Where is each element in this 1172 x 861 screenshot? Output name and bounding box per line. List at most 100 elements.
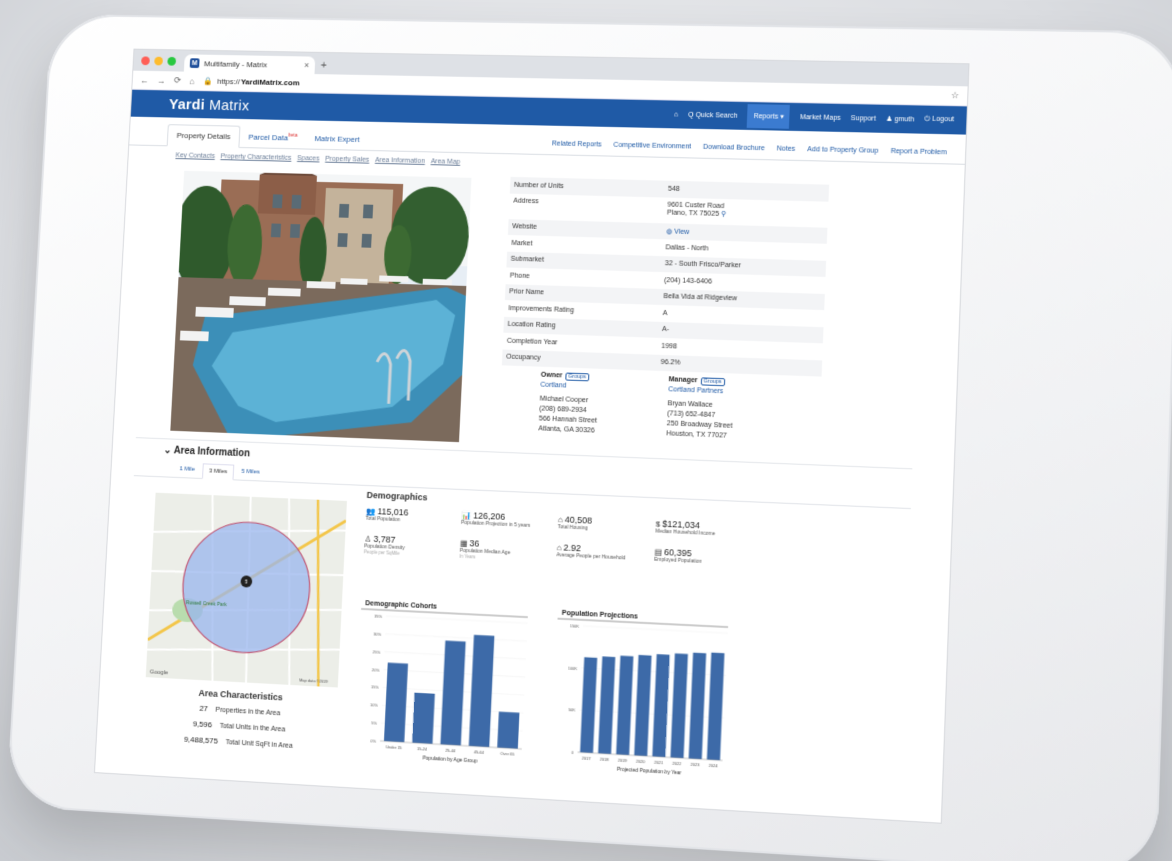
tab-1-mile[interactable]: 1 Mile xyxy=(174,462,201,478)
google-logo: Google xyxy=(150,669,169,676)
url-prefix: https:// xyxy=(216,77,241,87)
detail-value: 96.2% xyxy=(660,359,681,367)
address-city: Plano, TX 75025 xyxy=(666,209,720,218)
x-tick-label: Under 15 xyxy=(386,744,402,750)
yardi-matrix-logo[interactable]: Yardi Matrix xyxy=(169,96,250,114)
detail-label: Submarket xyxy=(510,255,545,264)
bookmark-star-icon[interactable]: ☆ xyxy=(951,90,960,101)
reload-icon[interactable]: ⟳ xyxy=(174,75,182,86)
demographic-stat: 👥 115,016 Total Population xyxy=(365,506,452,526)
demographics-panel: Demographics 👥 115,016 Total Population 📊 12… xyxy=(364,490,784,574)
stat-value: 36 xyxy=(469,538,480,549)
forward-icon[interactable]: → xyxy=(157,75,166,85)
download-brochure-link[interactable]: Download Brochure xyxy=(703,144,765,152)
related-reports-link[interactable]: Related Reports xyxy=(552,140,602,148)
gridline xyxy=(386,616,527,623)
website-link[interactable]: ◍ View xyxy=(666,227,827,239)
report-a-problem-link[interactable]: Report a Problem xyxy=(890,148,946,156)
detail-label: Number of Units xyxy=(513,181,564,190)
person-icon: ♙ xyxy=(364,534,372,544)
minimize-window-button[interactable] xyxy=(154,56,164,66)
y-tick-label: 25% xyxy=(373,649,382,655)
bar xyxy=(383,662,409,743)
tab-parcel-data[interactable]: Parcel Databeta xyxy=(239,126,306,148)
close-window-button[interactable] xyxy=(141,56,150,66)
contacts-block: Owner Groups Cortland Michael Cooper (208… xyxy=(499,369,822,445)
bar-chart-icon: 📊 xyxy=(461,510,472,521)
household-icon: ⌂ xyxy=(556,543,562,553)
detail-label: Market xyxy=(511,239,533,248)
detail-value: (204) 143-6406 xyxy=(663,276,713,286)
bar xyxy=(412,692,435,744)
tab-5-miles[interactable]: 5 Miles xyxy=(235,465,265,481)
manager-groups-button[interactable]: Groups xyxy=(700,377,725,387)
bar xyxy=(688,652,707,760)
property-photo[interactable] xyxy=(170,170,472,443)
logout-link[interactable]: ⏻ Logout xyxy=(924,116,954,125)
demographic-stat: 📊 126,206 Population Projection in 5 years xyxy=(461,510,548,530)
chevron-down-icon: ⌄ xyxy=(163,445,175,457)
quick-search-link[interactable]: Q Quick Search xyxy=(688,111,738,119)
demographics-grid: 👥 115,016 Total Population 📊 126,206 Populati… xyxy=(364,506,783,574)
demographic-stat: ▦ 36 Population Median Age In Years xyxy=(459,538,547,563)
y-tick-label: 10% xyxy=(370,702,379,708)
y-tick-label: 15% xyxy=(371,685,380,691)
demographic-charts: Demographic Cohorts 0% 5% 10% 15% 20% 25% 30% 35… xyxy=(353,600,739,777)
detail-value: A- xyxy=(661,326,670,334)
maximize-window-button[interactable] xyxy=(167,56,177,66)
owner-company-link[interactable]: Cortland xyxy=(540,381,599,393)
support-link[interactable]: Support xyxy=(851,115,876,123)
x-tick-label: 15-24 xyxy=(417,746,428,752)
home-icon: ⌂ xyxy=(557,515,564,525)
new-tab-button[interactable]: + xyxy=(320,60,327,72)
chart-title-rule xyxy=(558,619,729,627)
add-to-property-group-link[interactable]: Add to Property Group xyxy=(807,146,878,155)
area-map[interactable]: 5 Russell Creek Park Google Map data ©20… xyxy=(145,492,347,688)
competitive-environment-link[interactable]: Competitive Environment xyxy=(613,142,691,151)
detail-value: Dallas - North xyxy=(665,244,709,253)
home-icon[interactable]: ⌂ xyxy=(189,76,195,86)
x-tick-label: 2022 xyxy=(672,761,681,767)
window-controls xyxy=(141,56,177,66)
y-tick-label: 20% xyxy=(372,667,381,673)
detail-label: Completion Year xyxy=(506,337,558,347)
market-maps-link[interactable]: Market Maps xyxy=(800,114,841,122)
detail-value: 548 xyxy=(667,185,680,193)
pool-photo-illustration xyxy=(170,170,472,443)
x-tick-label: 2019 xyxy=(618,757,627,763)
user-menu[interactable]: ♟ gmuth xyxy=(886,115,915,124)
owner-groups-button[interactable]: Groups xyxy=(565,372,590,382)
bar xyxy=(652,654,670,758)
map-pin-icon[interactable]: ⚲ xyxy=(721,210,726,217)
username: gmuth xyxy=(894,116,915,124)
people-icon: 👥 xyxy=(365,506,376,517)
chart-title: Population Projections xyxy=(562,610,638,621)
characteristic-value: 9,596 xyxy=(192,719,213,730)
detail-label: Prior Name xyxy=(509,288,545,297)
owner-label: Owner xyxy=(540,371,563,380)
notes-link[interactable]: Notes xyxy=(777,145,796,152)
back-icon[interactable]: ← xyxy=(140,75,149,85)
property-details-table: Number of Units 548 Address 9601 Custer Ro… xyxy=(499,176,830,445)
tablet-screen: M Multifamily - Matrix × + ← → ⟳ ⌂ 🔒 htt… xyxy=(94,49,969,823)
bar xyxy=(616,655,634,756)
logo-product: Matrix xyxy=(208,96,250,114)
y-tick-label: 35% xyxy=(374,613,383,619)
address-street: 9601 Custer Road xyxy=(667,201,725,210)
characteristic-label: Total Unit SqFt in Area xyxy=(225,739,293,750)
website-link-label: View xyxy=(674,228,690,236)
property-section: Number of Units 548 Address 9601 Custer Ro… xyxy=(113,158,964,470)
y-tick-label: 0 xyxy=(571,750,574,755)
close-tab-icon[interactable]: × xyxy=(304,60,310,70)
tab-3-miles[interactable]: 3 Miles xyxy=(202,463,235,481)
browser-tab[interactable]: M Multifamily - Matrix × xyxy=(183,54,316,75)
y-tick-label: 5% xyxy=(371,720,377,725)
home-nav-icon[interactable]: ⌂ xyxy=(674,111,679,118)
reports-menu[interactable]: Reports ▾ xyxy=(747,104,791,129)
bar xyxy=(468,634,495,748)
tab-property-details[interactable]: Property Details xyxy=(166,124,241,148)
characteristic-value: 9,488,575 xyxy=(183,734,219,746)
gridline xyxy=(583,626,728,633)
characteristic-label: Total Units in the Area xyxy=(219,722,286,734)
tab-matrix-expert[interactable]: Matrix Expert xyxy=(305,128,368,150)
